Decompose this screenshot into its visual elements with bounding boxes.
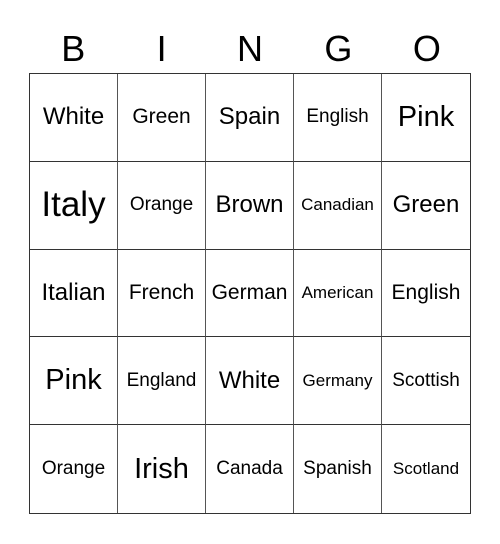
header-letter-g: G	[324, 28, 353, 69]
bingo-cell[interactable]: German	[206, 249, 294, 338]
bingo-cell[interactable]: Orange	[30, 425, 118, 513]
bingo-cell[interactable]: Spain	[206, 74, 294, 162]
bingo-cell[interactable]: Pink	[30, 337, 118, 426]
bingo-cell[interactable]: England	[118, 337, 206, 426]
header-letter-i: I	[156, 28, 167, 69]
bingo-card-grid: White Green Spain English Pink Italy Ora…	[29, 73, 471, 514]
bingo-cell[interactable]: Spanish	[294, 425, 382, 513]
bingo-cell[interactable]: American	[294, 249, 382, 338]
bingo-cell[interactable]: White	[206, 337, 294, 426]
bingo-cell[interactable]: White	[30, 74, 118, 162]
header-letter-b: B	[61, 28, 86, 69]
bingo-cell[interactable]: Orange	[118, 161, 206, 250]
bingo-cell[interactable]: Canada	[206, 425, 294, 513]
bingo-cell[interactable]: Irish	[118, 425, 206, 513]
header-letter-n: N	[237, 28, 264, 69]
bingo-cell[interactable]: Italy	[30, 161, 118, 250]
bingo-cell[interactable]: Scotland	[382, 425, 470, 513]
bingo-header: B I N G O	[29, 26, 471, 72]
bingo-cell[interactable]: Brown	[206, 161, 294, 250]
bingo-cell[interactable]: Germany	[294, 337, 382, 426]
bingo-cell[interactable]: Italian	[30, 249, 118, 338]
bingo-cell[interactable]: French	[118, 249, 206, 338]
bingo-cell[interactable]: Pink	[382, 74, 470, 162]
bingo-cell[interactable]: Green	[118, 74, 206, 162]
bingo-cell[interactable]: Scottish	[382, 337, 470, 426]
bingo-cell[interactable]: Green	[382, 162, 470, 250]
bingo-cell[interactable]: Canadian	[294, 161, 382, 250]
bingo-cell[interactable]: English	[294, 74, 382, 162]
bingo-cell[interactable]: English	[382, 250, 470, 338]
header-letter-o: O	[412, 28, 441, 69]
